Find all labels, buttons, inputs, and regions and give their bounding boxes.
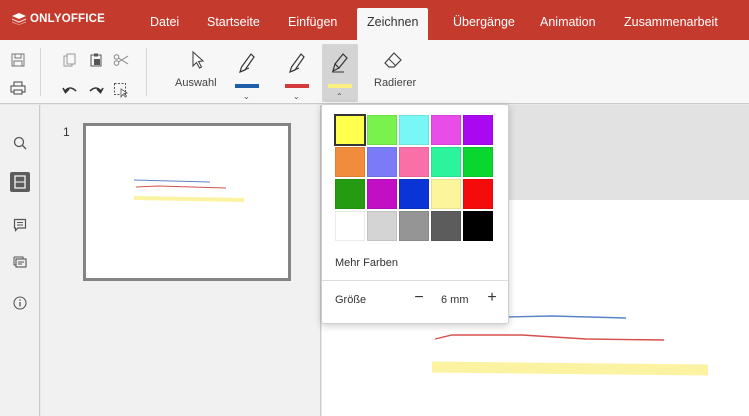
undo-icon[interactable] — [60, 80, 80, 100]
color-swatch[interactable] — [431, 147, 461, 177]
tab-transitions[interactable]: Übergänge — [443, 8, 525, 40]
select-pointer-icon[interactable] — [188, 50, 208, 70]
onlyoffice-logo-icon — [12, 13, 26, 25]
size-decrease-button[interactable]: − — [409, 286, 429, 310]
color-swatch[interactable] — [399, 115, 429, 145]
toolbar-separator — [146, 48, 147, 96]
left-sidebar — [0, 105, 40, 416]
save-icon[interactable] — [8, 50, 28, 70]
slide-number: 1 — [63, 125, 70, 139]
slide-thumbnail-panel: 1 — [41, 105, 321, 416]
chevron-up-icon[interactable]: ⌃ — [336, 92, 343, 101]
paste-icon[interactable] — [86, 50, 106, 70]
tab-file[interactable]: Datei — [140, 8, 189, 40]
pen-icon — [289, 53, 305, 74]
select-all-icon[interactable] — [111, 80, 131, 100]
popup-divider — [322, 280, 508, 281]
tab-collaboration[interactable]: Zusammenarbeit — [614, 8, 728, 40]
pen-color-bar — [328, 84, 352, 88]
color-swatch[interactable] — [399, 147, 429, 177]
tab-animation[interactable]: Animation — [530, 8, 606, 40]
color-swatch[interactable] — [463, 211, 493, 241]
pen-color-bar — [235, 84, 259, 88]
color-swatch[interactable] — [463, 147, 493, 177]
color-swatch[interactable] — [335, 147, 365, 177]
tab-home[interactable]: Startseite — [197, 8, 270, 40]
color-swatch[interactable] — [431, 211, 461, 241]
chat-icon[interactable] — [10, 253, 30, 273]
copy-icon[interactable] — [60, 50, 80, 70]
size-value: 6 mm — [441, 294, 469, 306]
eraser-label[interactable]: Radierer — [374, 77, 416, 89]
info-icon[interactable] — [10, 293, 30, 313]
color-swatch[interactable] — [463, 179, 493, 209]
color-swatch[interactable] — [431, 115, 461, 145]
highlighter-icon — [332, 53, 348, 73]
color-swatch[interactable] — [367, 147, 397, 177]
redo-icon[interactable] — [86, 80, 106, 100]
select-label[interactable]: Auswahl — [175, 77, 217, 89]
tab-draw[interactable]: Zeichnen — [357, 8, 429, 40]
app-logo: ONLYOFFICE — [12, 13, 105, 25]
search-icon[interactable] — [10, 133, 30, 153]
toolbar: Auswahl ⌄ ⌄ ⌃ Radierer — [0, 40, 749, 104]
color-swatch[interactable] — [334, 114, 366, 146]
cut-icon[interactable] — [111, 50, 131, 70]
size-increase-button[interactable]: + — [482, 286, 502, 310]
slide-thumbnail-drawing — [133, 179, 245, 202]
color-swatch[interactable] — [431, 179, 461, 209]
comments-icon[interactable] — [10, 215, 30, 235]
color-swatch[interactable] — [399, 211, 429, 241]
color-swatch[interactable] — [367, 179, 397, 209]
color-swatch[interactable] — [399, 179, 429, 209]
color-swatch[interactable] — [463, 115, 493, 145]
pen-color-bar — [285, 84, 309, 88]
color-swatch[interactable] — [367, 211, 397, 241]
size-label: Größe — [335, 294, 367, 306]
color-swatch[interactable] — [335, 211, 365, 241]
eraser-icon[interactable] — [383, 50, 403, 70]
chevron-down-icon[interactable]: ⌄ — [243, 92, 250, 101]
chevron-down-icon[interactable]: ⌄ — [293, 92, 300, 101]
app-logo-text: ONLYOFFICE — [30, 13, 106, 25]
pen-icon — [239, 53, 255, 74]
slide-thumbnail[interactable] — [83, 123, 291, 281]
tab-insert[interactable]: Einfügen — [278, 8, 347, 40]
print-icon[interactable] — [8, 78, 28, 98]
slides-icon[interactable] — [10, 172, 30, 192]
pen-blue-button[interactable]: ⌄ — [229, 44, 265, 102]
pen-red-button[interactable]: ⌄ — [279, 44, 315, 102]
more-colors-link[interactable]: Mehr Farben — [335, 257, 398, 269]
toolbar-separator — [40, 48, 41, 96]
color-swatch[interactable] — [335, 179, 365, 209]
tab-bar: ONLYOFFICE Datei Startseite Einfügen Zei… — [0, 0, 749, 40]
color-picker-popup: Mehr Farben Größe − 6 mm + — [321, 104, 509, 324]
highlighter-button[interactable]: ⌃ — [322, 44, 358, 102]
color-swatch[interactable] — [367, 115, 397, 145]
